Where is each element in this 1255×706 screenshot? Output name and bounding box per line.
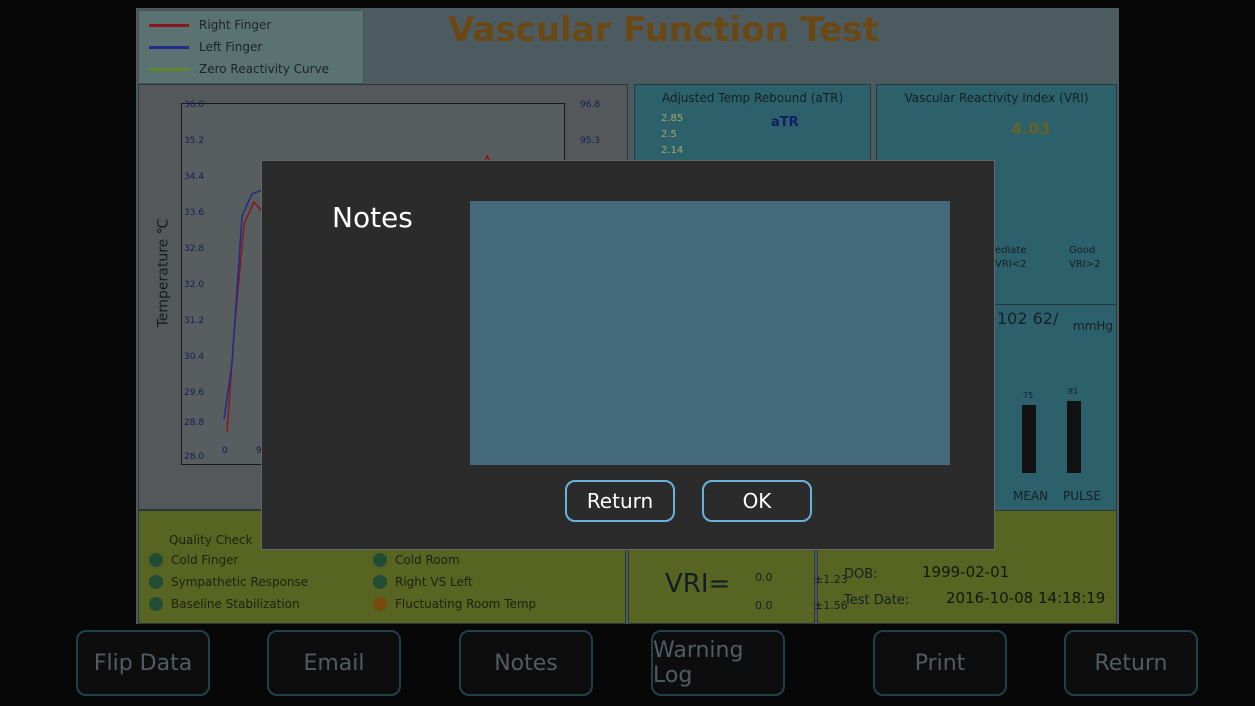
notes-textarea[interactable] bbox=[470, 201, 950, 465]
dialog-ok-button[interactable]: OK bbox=[702, 480, 812, 522]
dialog-return-button[interactable]: Return bbox=[565, 480, 675, 522]
notes-dialog-title: Notes bbox=[332, 201, 413, 234]
notes-dialog: Notes Return OK bbox=[261, 160, 995, 550]
